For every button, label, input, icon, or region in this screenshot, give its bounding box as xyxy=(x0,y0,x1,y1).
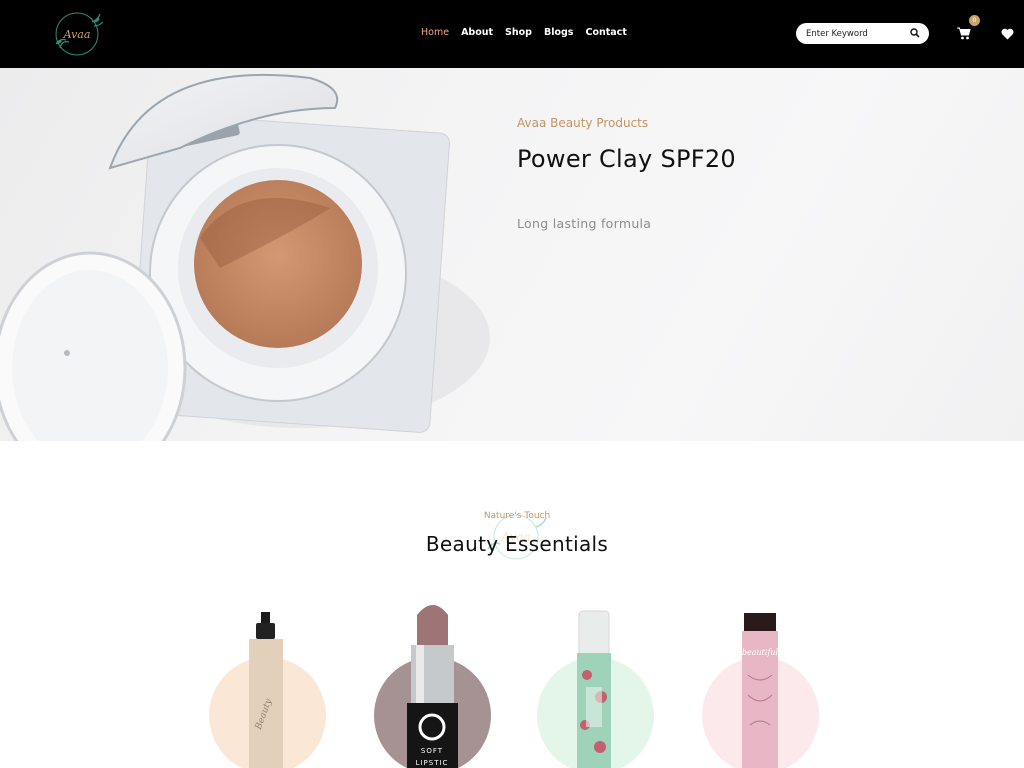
hero-title: Power Clay SPF20 xyxy=(517,145,737,173)
nav-about[interactable]: About xyxy=(461,27,493,38)
cushion-compact-image xyxy=(0,73,490,441)
search-box xyxy=(796,23,929,44)
section-kicker: Nature's Touch xyxy=(483,511,551,521)
nav-home[interactable]: Home xyxy=(421,27,449,38)
hero-banner: Avaa Beauty Products Power Clay SPF20 Lo… xyxy=(0,68,1024,441)
svg-text:Avaa: Avaa xyxy=(63,28,91,41)
product-card[interactable]: beautiful xyxy=(702,595,822,768)
product-card[interactable]: SOFT LIPSTIC xyxy=(374,595,494,768)
product-card[interactable] xyxy=(537,595,657,768)
wishlist-heart-icon[interactable] xyxy=(1001,28,1014,40)
cart-icon[interactable] xyxy=(957,27,971,40)
pink-bottle-image: beautiful xyxy=(742,613,779,768)
brand-logo[interactable]: Avaa xyxy=(42,8,112,60)
search-input[interactable] xyxy=(806,27,906,40)
hero-tagline: Long lasting formula xyxy=(517,216,652,231)
nav-contact[interactable]: Contact xyxy=(585,27,626,38)
nav-blogs[interactable]: Blogs xyxy=(544,27,573,38)
green-bottle-image xyxy=(577,610,611,768)
pump-bottle-image: Beauty xyxy=(249,612,283,768)
section-title: Beauty Essentials xyxy=(425,532,609,556)
svg-text:beautiful: beautiful xyxy=(742,648,779,657)
lipstick-image: SOFT LIPSTIC xyxy=(407,605,458,768)
svg-text:SOFT: SOFT xyxy=(421,747,443,755)
main-nav: Home About Shop Blogs Contact xyxy=(421,27,627,38)
nav-shop[interactable]: Shop xyxy=(505,27,532,38)
search-icon[interactable] xyxy=(910,28,920,38)
hero-subtitle: Avaa Beauty Products xyxy=(517,116,649,130)
product-card[interactable]: Beauty xyxy=(209,595,329,768)
site-header: Avaa Home About Shop Blogs Contact 0 xyxy=(0,0,1024,68)
cart-count-badge: 0 xyxy=(969,15,980,26)
svg-text:LIPSTIC: LIPSTIC xyxy=(416,759,449,767)
